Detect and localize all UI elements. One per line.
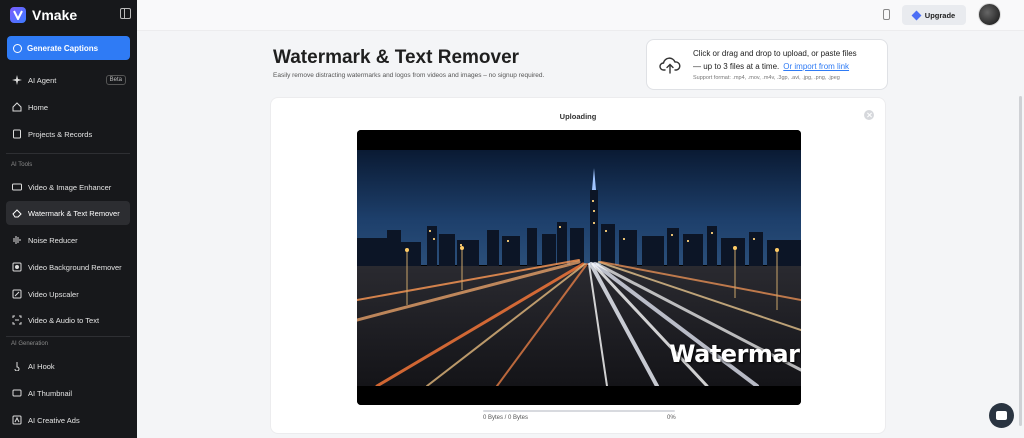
gem-icon <box>911 10 922 20</box>
sidebar-item-label: Noise Reducer <box>28 235 78 245</box>
upload-card: Uploading Watermar 0 Bytes / 0 Bytes 0% <box>270 97 886 434</box>
page-scrollbar[interactable] <box>1019 96 1022 426</box>
upscale-icon <box>12 289 22 299</box>
sidebar-item-label: Watermark & Text Remover <box>28 208 120 218</box>
top-bar: Upgrade <box>137 0 1024 31</box>
upgrade-label: Upgrade <box>924 10 956 20</box>
ads-icon <box>12 415 22 425</box>
generate-captions-label: Generate Captions <box>27 43 99 53</box>
sidebar-item-transcribe[interactable]: Video & Audio to Text <box>6 308 130 332</box>
section-label-ai-generation: AI Generation <box>11 341 49 347</box>
sidebar: Vmake Generate Captions AI Agent Beta Ho… <box>0 0 137 438</box>
cloud-upload-icon <box>659 57 681 74</box>
sidebar-item-ai-hook[interactable]: AI Hook <box>6 354 130 378</box>
sidebar-item-label: Home <box>28 102 49 112</box>
avatar[interactable] <box>978 3 1001 26</box>
sidebar-item-upscaler[interactable]: Video Upscaler <box>6 282 130 306</box>
brand-name: Vmake <box>32 7 78 23</box>
watermark-text: Watermarks <box>669 340 801 368</box>
sidebar-item-label: AI Hook <box>28 361 55 371</box>
sidebar-item-home[interactable]: Home <box>6 95 130 119</box>
section-label-ai-tools: AI Tools <box>11 162 33 168</box>
sidebar-item-ai-agent[interactable]: AI Agent Beta <box>6 68 130 92</box>
upgrade-button[interactable]: Upgrade <box>902 5 966 25</box>
records-icon <box>13 129 21 139</box>
brand[interactable]: Vmake <box>10 6 77 24</box>
upload-bytes: 0 Bytes / 0 Bytes <box>483 415 529 421</box>
upload-status: Uploading <box>559 112 597 121</box>
noise-icon <box>13 236 21 244</box>
upload-percent: 0% <box>667 415 676 421</box>
sidebar-item-noise-reducer[interactable]: Noise Reducer <box>6 228 130 252</box>
beta-badge: Beta <box>105 75 126 85</box>
import-from-link[interactable]: Or import from link <box>783 62 849 71</box>
sidebar-item-label: Video & Audio to Text <box>28 315 100 325</box>
sidebar-item-watermark-remover[interactable]: Watermark & Text Remover <box>6 201 130 225</box>
sidebar-item-label: Video Upscaler <box>28 289 79 299</box>
generate-captions-button[interactable]: Generate Captions <box>7 36 130 60</box>
background-icon <box>12 262 22 272</box>
close-icon[interactable] <box>864 110 874 120</box>
divider <box>6 336 130 337</box>
upload-progress-bar <box>483 410 675 412</box>
upload-dropzone[interactable]: Click or drag and drop to upload, or pas… <box>646 39 888 90</box>
sidebar-item-label: AI Agent <box>28 75 57 85</box>
video-preview: Watermarks <box>357 130 801 405</box>
upload-instructions: Click or drag and drop to upload, or pas… <box>693 49 857 58</box>
chat-icon <box>996 411 1007 420</box>
sidebar-item-projects[interactable]: Projects & Records <box>6 122 130 146</box>
collapse-sidebar-icon[interactable] <box>120 8 131 19</box>
divider <box>6 153 130 154</box>
hook-icon <box>14 362 20 371</box>
sidebar-item-bg-remover[interactable]: Video Background Remover <box>6 255 130 279</box>
chat-support-button[interactable] <box>989 403 1014 428</box>
upload-instructions-line2: — up to 3 files at a time. Or import from… <box>693 62 849 71</box>
sidebar-item-label: Video Background Remover <box>28 262 122 272</box>
eraser-icon <box>12 209 22 218</box>
plus-circle-icon <box>13 43 22 53</box>
page-subtitle: Easily remove distracting watermarks and… <box>273 72 545 79</box>
sidebar-item-enhancer[interactable]: Video & Image Enhancer <box>6 175 130 199</box>
hd-icon <box>12 183 22 191</box>
vmake-logo-icon <box>10 7 26 23</box>
sidebar-item-label: Video & Image Enhancer <box>28 182 112 192</box>
sidebar-item-ai-creative-ads[interactable]: AI Creative Ads <box>6 408 130 432</box>
mobile-icon[interactable] <box>883 9 890 20</box>
home-icon <box>12 102 22 112</box>
transcribe-icon <box>12 315 22 325</box>
sidebar-item-label: AI Thumbnail <box>28 388 73 398</box>
supported-formats: Support format: .mp4, .mov, .m4v, .3gp, … <box>693 75 840 81</box>
page-title: Watermark & Text Remover <box>273 47 520 68</box>
upload-limit-text: — up to 3 files at a time. <box>693 62 780 71</box>
sidebar-item-ai-thumbnail[interactable]: AI Thumbnail <box>6 381 130 405</box>
sparkle-icon <box>12 75 22 85</box>
sidebar-item-label: Projects & Records <box>28 129 93 139</box>
sidebar-item-label: AI Creative Ads <box>28 415 80 425</box>
thumbnail-icon <box>12 389 22 397</box>
